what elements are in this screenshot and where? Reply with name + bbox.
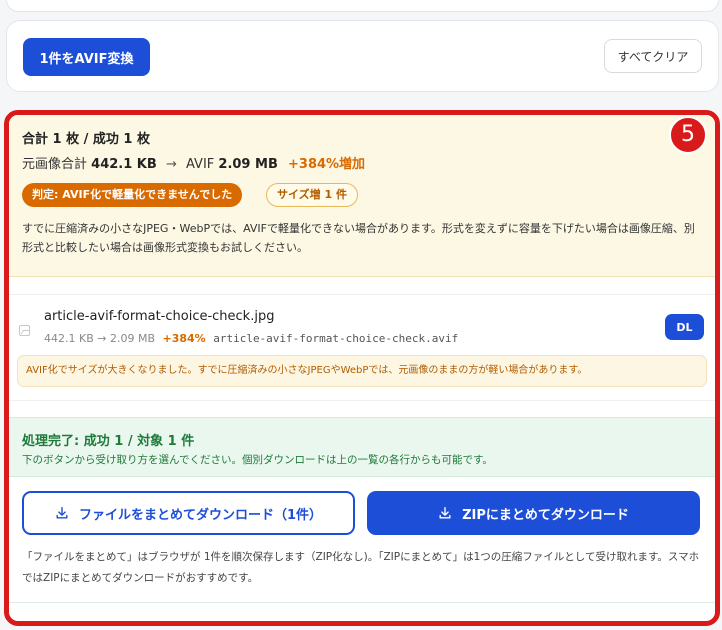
bulk-download-label: ファイルをまとめてダウンロード（1件） xyxy=(78,507,323,523)
file-size-meta: 442.1 KB → 2.09 MB +384% article-avif-fo… xyxy=(44,332,458,345)
convert-button[interactable]: 1件をAVIF変換 xyxy=(23,38,150,76)
file-size-change: +384% xyxy=(162,332,206,345)
original-label: 元画像合計 xyxy=(22,157,88,172)
summary-note: すでに圧縮済みの小さなJPEG・WebPでは、AVIFで軽量化できない場合があり… xyxy=(22,222,695,254)
zip-download-label: ZIPにまとめてダウンロード xyxy=(462,507,629,523)
completion-title: 処理完了: 成功 1 / 対象 1 件 xyxy=(22,434,195,449)
download-file-button[interactable]: DL xyxy=(665,314,704,340)
file-name: article-avif-format-choice-check.jpg xyxy=(44,309,275,324)
result-panel: 合計 1 枚 / 成功 1 枚 元画像合計 442.1 KB → AVIF 2.… xyxy=(4,110,720,626)
conversion-summary: 合計 1 枚 / 成功 1 枚 元画像合計 442.1 KB → AVIF 2.… xyxy=(9,115,715,277)
download-icon xyxy=(439,507,451,519)
size-increase-badge: サイズ増 1 件 xyxy=(266,183,358,207)
previous-card xyxy=(6,0,719,12)
avif-label: AVIF xyxy=(185,157,215,172)
file-new-size: 2.09 MB xyxy=(109,332,155,345)
file-warning: AVIF化でサイズが大きくなりました。すでに圧縮済みの小さなJPEGやWebPで… xyxy=(17,355,707,387)
divider xyxy=(9,602,715,603)
verdict-badge: 判定: AVIF化で軽量化できませんでした xyxy=(22,183,243,207)
output-file-name: article-avif-format-choice-check.avif xyxy=(213,332,459,345)
image-thumbnail-icon xyxy=(19,325,30,336)
file-row: article-avif-format-choice-check.jpg 442… xyxy=(9,294,715,401)
action-card: 1件をAVIF変換 すべてクリア xyxy=(6,20,719,92)
arrow-icon: → xyxy=(165,157,177,172)
bulk-download-button[interactable]: ファイルをまとめてダウンロード（1件） xyxy=(22,491,355,535)
file-original-size: 442.1 KB xyxy=(44,332,94,345)
clear-all-button[interactable]: すべてクリア xyxy=(604,39,702,73)
completion-subtitle: 下のボタンから受け取り方を選んでください。個別ダウンロードは上の一覧の各行からも… xyxy=(22,454,493,466)
size-increase-percent: +384%増加 xyxy=(288,157,366,172)
original-size: 442.1 KB xyxy=(91,157,157,172)
summary-size-line: 元画像合計 442.1 KB → AVIF 2.09 MB +384%増加 xyxy=(22,153,365,172)
zip-download-button[interactable]: ZIPにまとめてダウンロード xyxy=(367,491,700,535)
avif-size: 2.09 MB xyxy=(218,157,278,172)
completion-notice: 処理完了: 成功 1 / 対象 1 件 下のボタンから受け取り方を選んでください… xyxy=(9,417,715,477)
step-number-badge: 5 xyxy=(669,116,707,154)
download-icon xyxy=(56,507,68,519)
arrow-icon: → xyxy=(97,332,107,345)
summary-title: 合計 1 枚 / 成功 1 枚 xyxy=(22,132,150,147)
download-help-note: 「ファイルをまとめて」はブラウザが 1件を順次保存します（ZIP化なし)。「ZI… xyxy=(22,551,700,584)
